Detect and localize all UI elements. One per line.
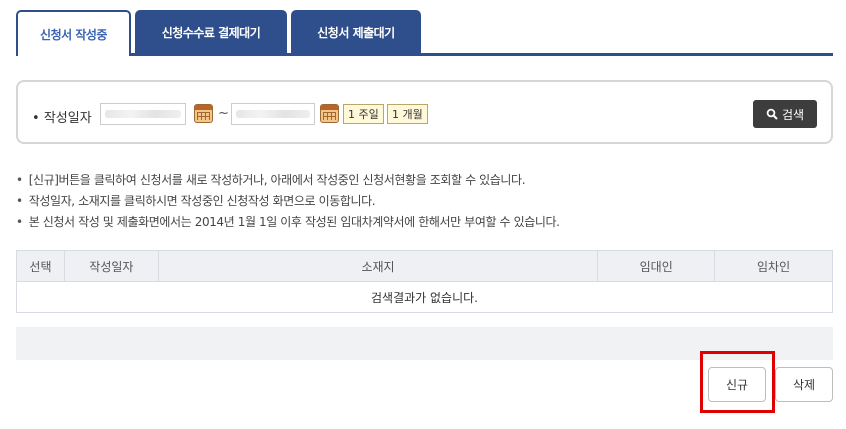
magnifier-icon xyxy=(766,108,778,120)
note-item: 작성일자, 소재지를 클릭하시면 작성중인 신청작성 화면으로 이동합니다. xyxy=(16,191,833,212)
guide-notes: [신규]버튼을 클릭하여 신청서를 새로 작성하거나, 아래에서 작성중인 신청… xyxy=(16,170,833,233)
tab-bar: 신청서 작성중 신청수수료 결제대기 신청서 제출대기 xyxy=(16,10,833,56)
calendar-icon[interactable] xyxy=(320,104,339,123)
note-item: [신규]버튼을 클릭하여 신청서를 새로 작성하거나, 아래에서 작성중인 신청… xyxy=(16,170,833,191)
end-date-field[interactable] xyxy=(231,103,315,125)
col-select: 선택 xyxy=(16,250,65,282)
search-button-label: 검색 xyxy=(781,107,805,122)
empty-message: 검색결과가 없습니다. xyxy=(16,281,833,313)
range-separator: ~ xyxy=(218,106,229,121)
tab-payment-pending[interactable]: 신청수수료 결제대기 xyxy=(135,10,287,54)
application-table: 선택 작성일자 소재지 임대인 임차인 검색결과가 없습니다. xyxy=(16,250,833,313)
col-date: 작성일자 xyxy=(63,250,159,282)
col-location: 소재지 xyxy=(157,250,599,282)
date-label: • 작성일자 xyxy=(32,111,92,126)
one-week-button[interactable]: 1 주일 xyxy=(343,104,384,124)
delete-button[interactable]: 삭제 xyxy=(775,367,833,402)
note-item: 본 신청서 작성 및 제출화면에서는 2014년 1월 1일 이후 작성된 임대… xyxy=(16,212,833,233)
col-lessor: 임대인 xyxy=(597,250,716,282)
tab-submit-pending[interactable]: 신청서 제출대기 xyxy=(291,10,421,54)
new-button[interactable]: 신규 xyxy=(708,367,766,402)
tab-drafting[interactable]: 신청서 작성중 xyxy=(16,10,131,56)
one-month-button[interactable]: 1 개월 xyxy=(387,104,428,124)
col-lessee: 임차인 xyxy=(714,250,833,282)
search-panel: • 작성일자 ~ 1 주일 1 개월 검색 xyxy=(16,80,833,144)
start-date-field[interactable] xyxy=(100,103,186,125)
calendar-icon[interactable] xyxy=(194,104,213,123)
table-row: 검색결과가 없습니다. xyxy=(16,281,833,313)
search-button[interactable]: 검색 xyxy=(753,100,817,128)
